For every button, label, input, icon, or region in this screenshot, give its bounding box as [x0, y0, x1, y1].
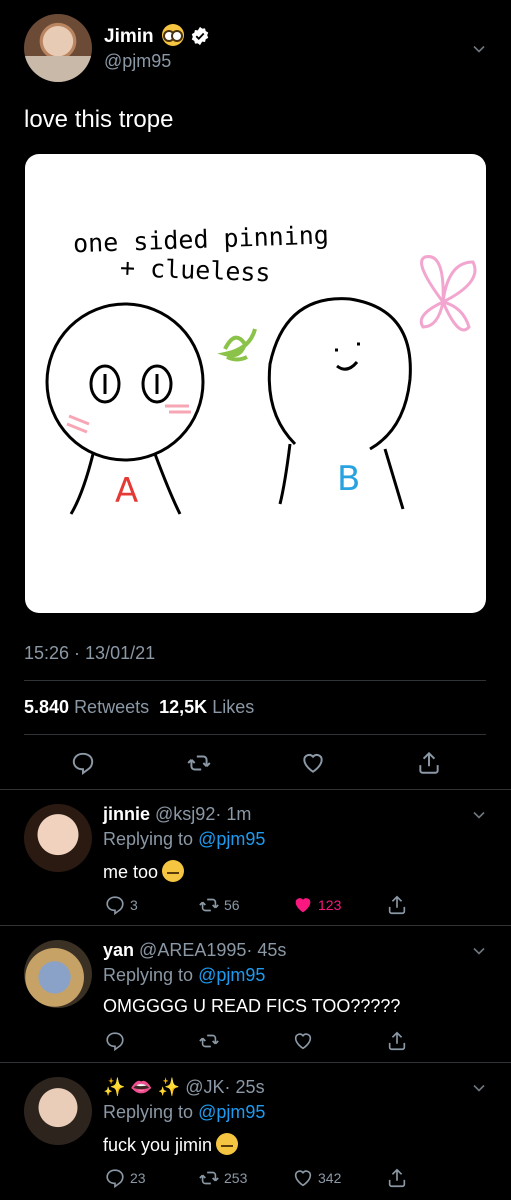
author-name[interactable]: Jimin: [104, 26, 154, 48]
heart-filled-icon: [295, 898, 311, 913]
heart-icon[interactable]: [300, 750, 326, 776]
chevron-down-icon[interactable]: [472, 42, 486, 56]
reply-like-button[interactable]: 123: [292, 894, 341, 916]
expressionless-emoji-icon: [216, 1133, 239, 1155]
reply-icon: [106, 1032, 124, 1052]
replying-to-label: Replying to: [103, 829, 194, 849]
tweet-stats: 5.840 Retweets 12,5K Likes: [24, 697, 254, 718]
image-caption-line1: one sided pinning: [73, 220, 330, 258]
heart-icon: [294, 1033, 312, 1050]
reply-author-name[interactable]: ✨ 👄 ✨: [103, 1077, 180, 1097]
like-count: 123: [318, 897, 342, 913]
tweet-text: love this trope: [24, 106, 174, 133]
reply-text: OMGGGG U READ FICS TOO?????: [103, 996, 401, 1016]
reply-avatar[interactable]: [24, 804, 92, 872]
reply-reply-button[interactable]: 23: [104, 1167, 146, 1189]
blush-drawing: [66, 404, 191, 434]
retweets-count[interactable]: 5.840: [24, 697, 69, 717]
replying-to: Replying to @pjm95: [103, 1102, 265, 1123]
replying-to-mention[interactable]: @pjm95: [198, 965, 265, 985]
reply-icon: [106, 1169, 124, 1189]
reply-author-name[interactable]: jinnie: [103, 804, 150, 824]
illustration: one sided pinning + clueless A B: [45, 220, 477, 515]
tweet-image[interactable]: one sided pinning + clueless A B: [25, 154, 486, 613]
divider: [0, 1062, 511, 1063]
divider: [0, 789, 511, 790]
heart-icon: [294, 1170, 312, 1187]
share-icon[interactable]: [386, 1030, 408, 1052]
chevron-down-icon[interactable]: [472, 944, 486, 958]
replying-to: Replying to @pjm95: [103, 829, 265, 850]
reply-time: · 45s: [246, 940, 287, 960]
image-label-a: A: [115, 471, 138, 511]
reply-text: me too: [103, 860, 185, 883]
reply-retweet-button[interactable]: 56: [198, 894, 240, 916]
reply-text: fuck you jimin: [103, 1133, 239, 1156]
author-avatar[interactable]: [24, 14, 92, 82]
chevron-down-icon[interactable]: [472, 808, 486, 822]
reply-author[interactable]: ✨ 👄 ✨ @JK· 25s: [103, 1077, 265, 1098]
reply-icon: [106, 896, 124, 916]
replying-to: Replying to @pjm95: [103, 965, 265, 986]
replying-to-label: Replying to: [103, 1102, 194, 1122]
retweet-count: 253: [224, 1170, 248, 1186]
reply-reply-button[interactable]: 3: [104, 894, 138, 916]
reply-avatar[interactable]: [24, 940, 92, 1008]
tweet-timestamp[interactable]: 15:26 · 13/01/21: [24, 643, 155, 664]
divider: [24, 680, 486, 681]
retweet-count: 56: [224, 897, 240, 913]
likes-label[interactable]: Likes: [212, 697, 254, 717]
chevron-down-icon[interactable]: [472, 1081, 486, 1095]
reply-retweet-button[interactable]: [198, 1030, 224, 1052]
reply-author-handle[interactable]: @JK: [185, 1077, 224, 1097]
share-icon[interactable]: [386, 894, 408, 916]
nerd-face-emoji-icon: [162, 24, 184, 46]
reply-reply-button[interactable]: [104, 1030, 130, 1052]
replying-to-mention[interactable]: @pjm95: [198, 1102, 265, 1122]
butterfly-drawing: [419, 255, 477, 332]
reply-time: · 1m: [215, 804, 252, 824]
divider: [0, 925, 511, 926]
reply-count: 23: [130, 1170, 146, 1186]
reply-author-handle[interactable]: @ksj92: [155, 804, 215, 824]
retweet-icon: [199, 1034, 219, 1048]
ribbon-drawing: [217, 328, 257, 362]
image-caption-line2: + clueless: [120, 253, 271, 287]
reply-like-button[interactable]: [292, 1030, 318, 1052]
reply-time: · 25s: [224, 1077, 265, 1097]
reply-author-name[interactable]: yan: [103, 940, 134, 960]
share-icon[interactable]: [386, 1167, 408, 1189]
reply-author-handle[interactable]: @AREA1995: [139, 940, 246, 960]
reply-avatar[interactable]: [24, 1077, 92, 1145]
smirk-emoji-icon: [162, 860, 185, 882]
reply-text-content: fuck you jimin: [103, 1135, 213, 1155]
verified-badge-icon: [191, 26, 209, 46]
author-handle[interactable]: @pjm95: [104, 51, 171, 72]
reply-text-content: me too: [103, 862, 159, 882]
reply-count: 3: [130, 897, 138, 913]
replying-to-label: Replying to: [103, 965, 194, 985]
reply-icon[interactable]: [70, 750, 96, 776]
retweet-icon: [199, 1171, 219, 1185]
replying-to-mention[interactable]: @pjm95: [198, 829, 265, 849]
reply-retweet-button[interactable]: 253: [198, 1167, 247, 1189]
retweet-icon[interactable]: [186, 750, 212, 776]
retweets-label[interactable]: Retweets: [74, 697, 149, 717]
reply-author[interactable]: jinnie @ksj92· 1m: [103, 804, 251, 825]
reply-like-button[interactable]: 342: [292, 1167, 341, 1189]
share-icon[interactable]: [416, 750, 442, 776]
divider: [24, 734, 486, 735]
like-count: 342: [318, 1170, 342, 1186]
likes-count[interactable]: 12,5K: [159, 697, 207, 717]
image-label-b: B: [337, 459, 360, 499]
retweet-icon: [199, 898, 219, 912]
reply-author[interactable]: yan @AREA1995· 45s: [103, 940, 286, 961]
